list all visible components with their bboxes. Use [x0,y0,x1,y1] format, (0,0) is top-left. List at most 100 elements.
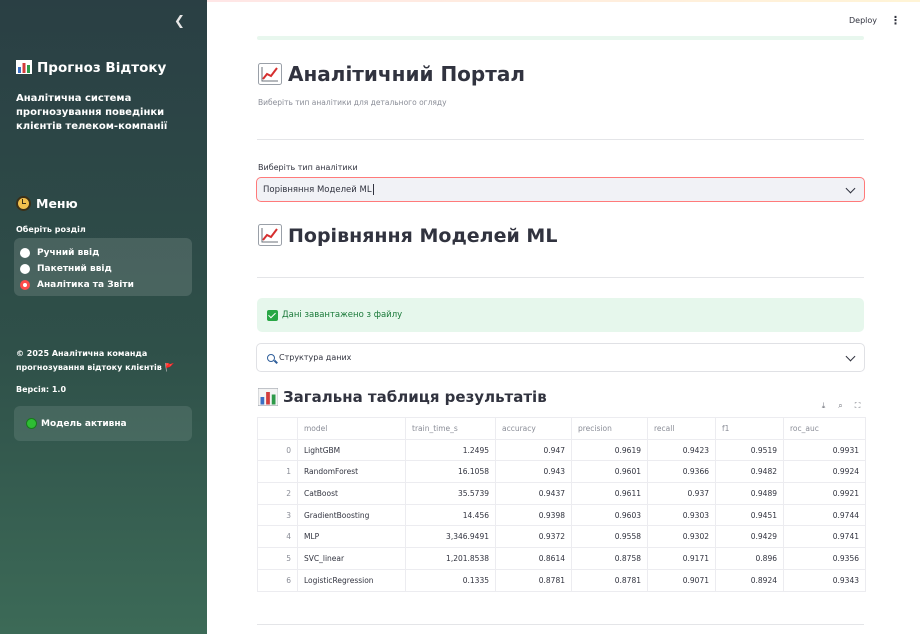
table-cell: 0.8781 [495,568,572,592]
magnifier-icon [267,353,275,362]
table-cell: 35.5739 [405,482,496,505]
table-row[interactable]: 0 LightGBM 1.2495 0.947 0.9619 0.9423 0.… [257,438,866,462]
section-choose-label: Оберіть розділ [16,225,86,234]
table-cell: 0.896 [715,547,784,570]
table-cell: 0.8614 [495,547,572,570]
model-cell: GradientBoosting [297,503,406,527]
table-cell: 0.9071 [647,568,716,592]
table-cell: 0.9601 [571,460,648,484]
download-icon[interactable]: ⤓ [818,401,829,411]
table-row[interactable]: 1 RandomForest 16.1058 0.943 0.9601 0.93… [257,460,866,484]
table-row[interactable]: 3 GradientBoosting 14.456 0.9398 0.9603 … [257,503,866,527]
row-index: 0 [257,438,298,462]
table-cell: 0.943 [495,460,572,484]
table-cell: 0.8758 [571,547,648,570]
analytics-type-select[interactable]: Порівняння Моделей ML [256,177,865,202]
table-row[interactable]: 6 LogisticRegression 0.1335 0.8781 0.878… [257,568,866,592]
sidebar: ❮ Прогноз Відтоку Аналітична система про… [0,0,207,634]
table-header-row: model train_time_s accuracy precision re… [257,417,866,440]
table-cell: 0.9171 [647,547,716,570]
copyright-text: © 2025 Аналітична команда прогнозування … [16,349,175,372]
table-cell: 0.9437 [495,482,572,505]
model-cell: SVC_linear [297,547,406,570]
column-header[interactable]: roc_auc [783,417,866,440]
model-status-box: Модель активна [14,406,192,441]
model-cell: MLP [297,525,406,549]
kebab-icon[interactable]: ⋮ [890,14,901,27]
check-mark-icon [267,309,278,321]
column-header[interactable]: precision [571,417,648,440]
fullscreen-icon[interactable]: ⛶ [852,401,863,411]
page-title: Аналітичний Портал [258,62,525,86]
radio-batch-input[interactable]: Пакетний ввід [20,261,186,277]
radio-manual-input[interactable]: Ручний ввід [20,245,186,261]
table-cell: 0.9343 [783,568,866,592]
sidebar-title: Прогноз Відтоку [16,60,166,76]
table-cell: 0.9372 [495,525,572,549]
model-cell: LogisticRegression [297,568,406,592]
header-strip [257,36,864,40]
table-row[interactable]: 4 MLP 3,346.9491 0.9372 0.9558 0.9302 0.… [257,525,866,549]
collapse-sidebar-icon[interactable]: ❮ [174,14,188,30]
table-cell: 0.8781 [571,568,648,592]
column-header[interactable]: f1 [715,417,784,440]
section-radio-group: Ручний ввід Пакетний ввід Аналітика та З… [14,238,192,296]
column-header[interactable]: model [297,417,406,440]
table-cell: 1,201.8538 [405,547,496,570]
table-cell: 0.8924 [715,568,784,592]
table-cell: 0.9398 [495,503,572,527]
table-cell: 0.9303 [647,503,716,527]
chart-increasing-icon [258,224,282,246]
table-cell: 0.9423 [647,438,716,462]
divider [257,277,864,278]
table-cell: 3,346.9491 [405,525,496,549]
green-circle-icon [26,418,37,429]
menu-title: Меню [16,196,78,211]
table-cell: 0.9558 [571,525,648,549]
sidebar-description: Аналітична система прогнозування поведін… [16,93,168,132]
search-icon[interactable]: ⌕ [835,401,846,411]
table-row[interactable]: 2 CatBoost 35.5739 0.9437 0.9611 0.937 0… [257,482,866,505]
table-cell: 0.9921 [783,482,866,505]
deploy-button[interactable]: Deploy [849,16,877,25]
results-table-title: Загальна таблиця результатів [258,388,547,406]
row-index: 2 [257,482,298,505]
row-index: 4 [257,525,298,549]
data-structure-expander[interactable]: Структура даних [256,343,865,372]
column-header[interactable]: train_time_s [405,417,496,440]
table-cell: 0.9489 [715,482,784,505]
table-cell: 14.456 [405,503,496,527]
bar-chart-icon [16,60,32,74]
clock-icon [16,196,31,211]
table-row[interactable]: 5 SVC_linear 1,201.8538 0.8614 0.8758 0.… [257,547,866,570]
radio-analytics-reports[interactable]: Аналітика та Звіти [20,277,186,293]
column-header[interactable]: recall [647,417,716,440]
row-index: 5 [257,547,298,570]
table-cell: 0.9611 [571,482,648,505]
radio-unchecked-icon [20,248,30,258]
results-table[interactable]: model train_time_s accuracy precision re… [257,417,866,592]
section-title: Порівняння Моделей ML [258,224,557,247]
table-cell: 0.9931 [783,438,866,462]
bar-chart-icon [258,388,278,406]
table-cell: 0.9482 [715,460,784,484]
table-toolbar: ⤓ ⌕ ⛶ [818,401,863,411]
table-cell: 0.9741 [783,525,866,549]
table-cell: 0.9451 [715,503,784,527]
table-cell: 0.9519 [715,438,784,462]
chevron-down-icon [845,183,856,194]
column-header[interactable]: accuracy [495,417,572,440]
top-decoration-line [207,0,920,2]
table-cell: 0.9302 [647,525,716,549]
column-header[interactable] [257,417,298,440]
model-cell: RandomForest [297,460,406,484]
table-cell: 0.9924 [783,460,866,484]
chevron-down-icon [845,351,856,362]
chart-increasing-icon [258,63,282,85]
table-cell: 0.9603 [571,503,648,527]
table-cell: 0.947 [495,438,572,462]
table-cell: 0.9356 [783,547,866,570]
model-cell: LightGBM [297,438,406,462]
divider [257,624,864,625]
table-cell: 0.9619 [571,438,648,462]
